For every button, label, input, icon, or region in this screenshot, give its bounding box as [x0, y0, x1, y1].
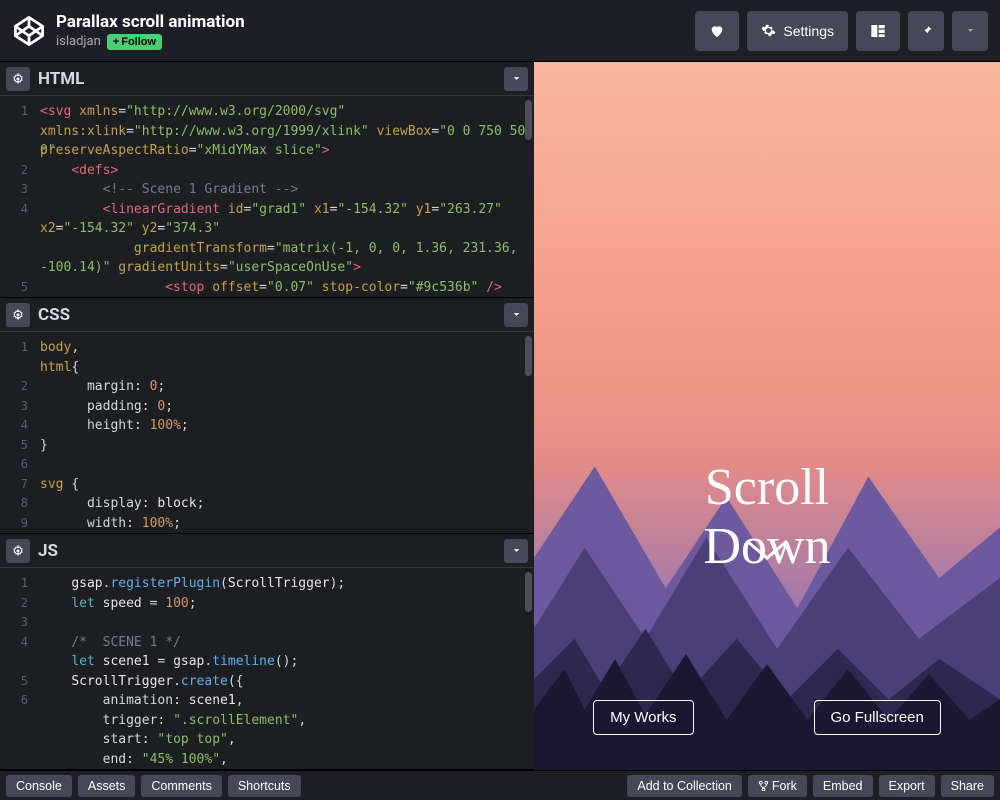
shortcuts-button[interactable]: Shortcuts — [228, 775, 301, 797]
scrollbar[interactable] — [525, 336, 532, 376]
embed-button[interactable]: Embed — [813, 775, 873, 797]
console-button[interactable]: Console — [6, 775, 72, 797]
panel-settings-css[interactable] — [6, 303, 30, 327]
header-actions: Settings — [695, 11, 988, 51]
codepen-logo-icon — [12, 14, 46, 48]
gutter: 1 23456789 — [0, 332, 34, 533]
chevron-down-icon — [511, 309, 522, 320]
editors-column: HTML 1 234 5 <svg xmlns="http://www.w3.o… — [0, 62, 534, 770]
panel-settings-html[interactable] — [6, 67, 30, 91]
my-works-button[interactable]: My Works — [593, 700, 693, 735]
gear-icon — [12, 545, 24, 557]
scroll-arrow-icon — [742, 536, 792, 570]
author-link[interactable]: isladjan — [56, 34, 101, 49]
gutter: 1 234 5 — [0, 96, 34, 297]
assets-button[interactable]: Assets — [78, 775, 136, 797]
js-panel: JS 1234 56 gsap.registerPlugin(ScrollTri… — [0, 534, 534, 770]
chevron-down-icon — [511, 73, 522, 84]
main: HTML 1 234 5 <svg xmlns="http://www.w3.o… — [0, 62, 1000, 770]
css-panel: CSS 1 23456789 body,html{ margin: 0; pad… — [0, 298, 534, 534]
export-button[interactable]: Export — [879, 775, 935, 797]
panel-collapse-html[interactable] — [504, 67, 528, 91]
pin-button[interactable] — [908, 11, 944, 51]
scrollbar[interactable] — [525, 572, 532, 612]
settings-button[interactable]: Settings — [747, 11, 848, 51]
heart-icon — [709, 23, 725, 39]
preview-buttons: My Works Go Fullscreen — [534, 700, 1000, 735]
header: Parallax scroll animation isladjan +Foll… — [0, 0, 1000, 62]
gear-icon — [12, 309, 24, 321]
panel-title: JS — [38, 541, 58, 561]
title-block: Parallax scroll animation isladjan +Foll… — [56, 12, 695, 50]
footer: Console Assets Comments Shortcuts Add to… — [0, 770, 1000, 800]
html-editor[interactable]: 1 234 5 <svg xmlns="http://www.w3.org/20… — [0, 96, 534, 297]
pen-title: Parallax scroll animation — [56, 12, 695, 32]
go-fullscreen-button[interactable]: Go Fullscreen — [814, 700, 941, 735]
panel-collapse-css[interactable] — [504, 303, 528, 327]
gear-icon — [761, 23, 776, 38]
preview-pane: Scroll Down My Works Go Fullscreen — [534, 62, 1000, 770]
fork-button[interactable]: Fork — [748, 775, 807, 797]
panel-settings-js[interactable] — [6, 539, 30, 563]
fork-icon — [758, 780, 769, 791]
css-editor[interactable]: 1 23456789 body,html{ margin: 0; padding… — [0, 332, 534, 533]
more-button[interactable] — [952, 11, 988, 51]
panel-collapse-js[interactable] — [504, 539, 528, 563]
chevron-down-icon — [511, 545, 522, 556]
layout-icon — [870, 23, 886, 39]
chevron-down-icon — [965, 25, 976, 36]
scrollbar[interactable] — [525, 100, 532, 140]
share-button[interactable]: Share — [941, 775, 994, 797]
layout-button[interactable] — [856, 11, 900, 51]
panel-header-css: CSS — [0, 298, 534, 332]
panel-title: HTML — [38, 69, 84, 89]
comments-button[interactable]: Comments — [141, 775, 221, 797]
gutter: 1234 56 — [0, 568, 34, 769]
pin-icon — [920, 24, 933, 37]
panel-title: CSS — [38, 305, 70, 325]
html-panel: HTML 1 234 5 <svg xmlns="http://www.w3.o… — [0, 62, 534, 298]
add-collection-button[interactable]: Add to Collection — [627, 775, 742, 797]
follow-button[interactable]: +Follow — [107, 34, 162, 50]
panel-header-js: JS — [0, 534, 534, 568]
heart-button[interactable] — [695, 11, 739, 51]
panel-header-html: HTML — [0, 62, 534, 96]
js-editor[interactable]: 1234 56 gsap.registerPlugin(ScrollTrigge… — [0, 568, 534, 769]
gear-icon — [12, 73, 24, 85]
